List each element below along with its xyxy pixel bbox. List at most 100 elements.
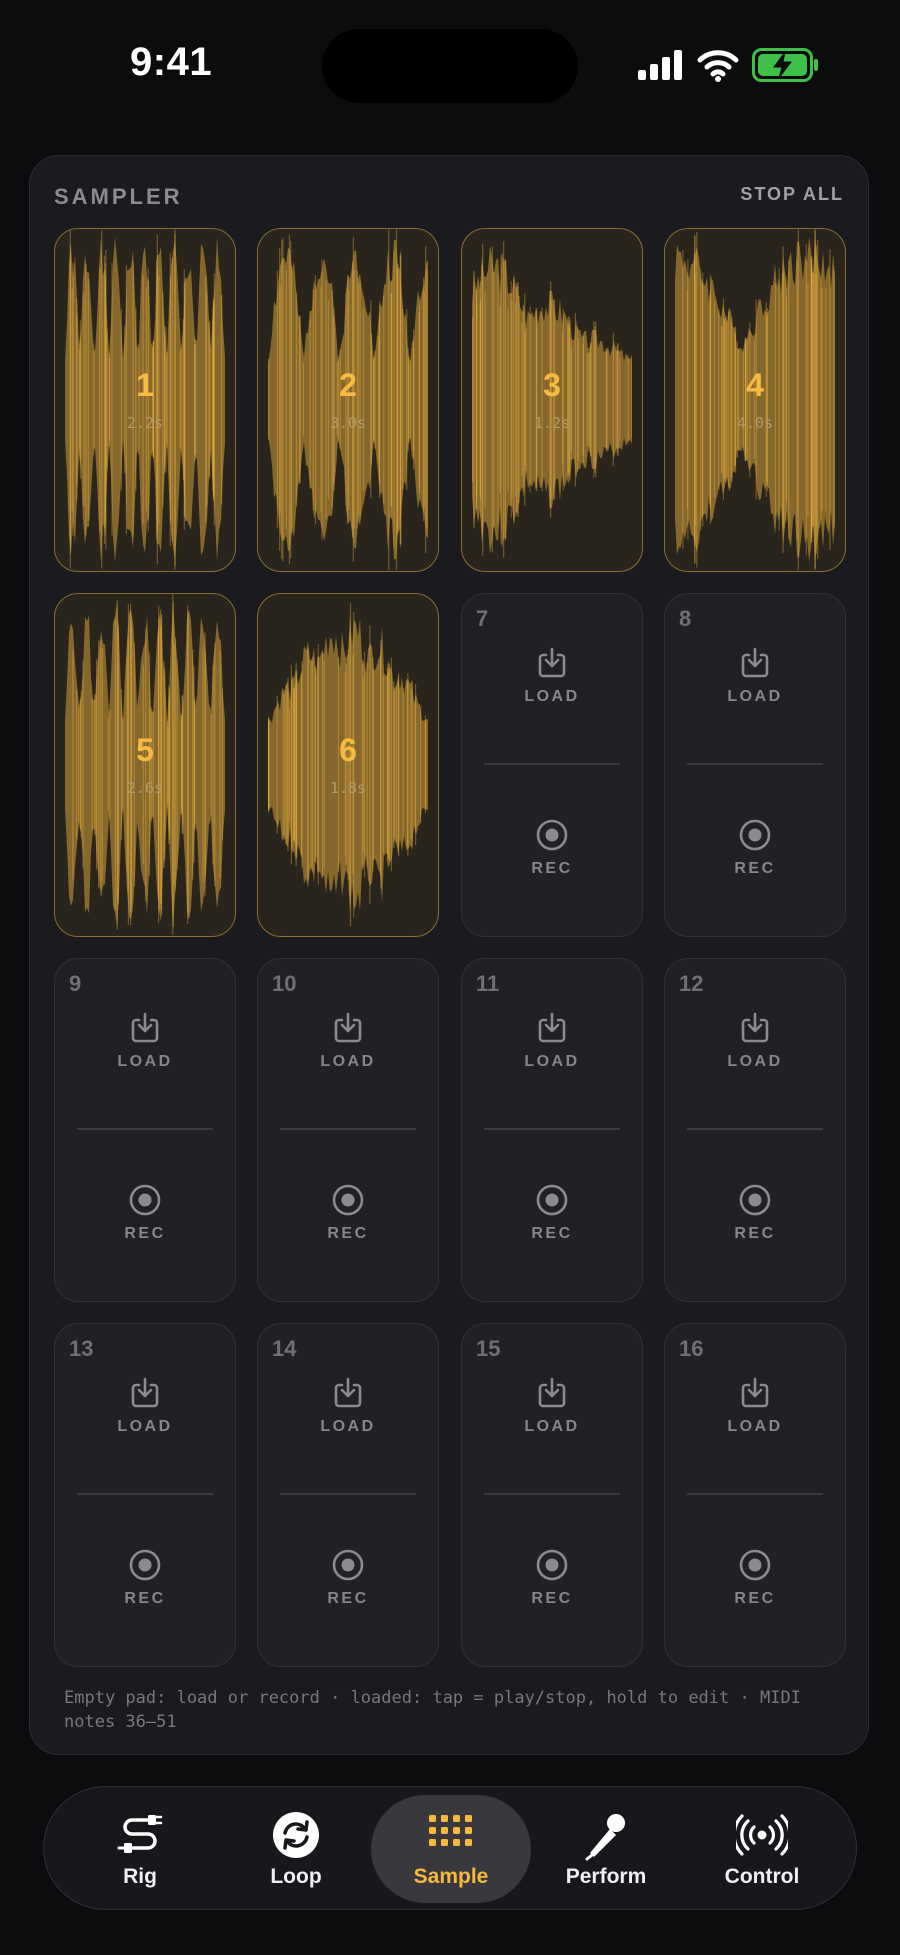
load-button[interactable]: LOAD [665, 646, 845, 706]
stop-all-button[interactable]: STOP ALL [740, 184, 844, 205]
sample-pad-4[interactable]: 4 4.0s [664, 228, 846, 572]
pad-number: 16 [679, 1336, 704, 1361]
tab-bar: Rig Loop Sample Perform Control [43, 1786, 857, 1910]
rec-label: REC [734, 860, 776, 877]
divider [687, 1493, 823, 1495]
tab-label: Loop [270, 1865, 322, 1888]
record-button[interactable]: REC [665, 1183, 845, 1243]
dynamic-island [322, 29, 578, 103]
pad-number: 11 [476, 971, 500, 996]
load-button[interactable]: LOAD [55, 1011, 235, 1071]
empty-pad-9: 9 LOAD REC [54, 958, 236, 1302]
load-button[interactable]: LOAD [462, 646, 642, 706]
pad-number: 15 [476, 1336, 501, 1361]
battery-charging-icon [752, 48, 818, 82]
rec-label: REC [531, 1590, 573, 1607]
record-icon [536, 1549, 568, 1581]
record-button[interactable]: REC [462, 1183, 642, 1243]
load-label: LOAD [117, 1053, 173, 1070]
load-label: LOAD [320, 1053, 376, 1070]
divider [484, 763, 620, 765]
pad-number: 10 [272, 971, 297, 996]
load-button[interactable]: LOAD [462, 1011, 642, 1071]
pad-duration: 4.0s [736, 414, 774, 432]
empty-pad-13: 13 LOAD REC [54, 1323, 236, 1667]
rec-label: REC [124, 1225, 166, 1242]
pad-number: 13 [69, 1336, 94, 1361]
loop-icon [273, 1812, 319, 1858]
empty-pad-12: 12 LOAD REC [664, 958, 846, 1302]
record-button[interactable]: REC [462, 818, 642, 878]
divider [484, 1128, 620, 1130]
load-button[interactable]: LOAD [258, 1011, 438, 1071]
download-icon [538, 647, 566, 678]
status-time: 9:41 [130, 40, 213, 84]
record-button[interactable]: REC [55, 1548, 235, 1608]
pad-duration: 2.2s [126, 414, 164, 432]
pad-grid: 1 2.2s 2 3.0s 3 1.2s 4 4.0s 5 2.6s 6 1.8… [54, 228, 846, 1668]
empty-pad-11: 11 LOAD REC [461, 958, 643, 1302]
download-icon [538, 1377, 566, 1408]
record-button[interactable]: REC [665, 1548, 845, 1608]
tab-control[interactable]: Control [682, 1795, 842, 1903]
tab-label: Rig [123, 1865, 157, 1888]
pad-duration: 2.6s [126, 779, 164, 797]
tab-rig[interactable]: Rig [60, 1795, 220, 1903]
microphone-icon [585, 1814, 625, 1861]
record-icon [536, 819, 568, 851]
record-button[interactable]: REC [665, 818, 845, 878]
rec-label: REC [531, 1225, 573, 1242]
sample-pad-2[interactable]: 2 3.0s [257, 228, 439, 572]
pad-number: 4 [746, 367, 764, 403]
pad-duration: 3.0s [329, 414, 367, 432]
download-icon [131, 1377, 159, 1408]
tab-perform[interactable]: Perform [526, 1795, 686, 1903]
record-button[interactable]: REC [462, 1548, 642, 1608]
pad-number: 5 [136, 732, 154, 768]
record-icon [739, 819, 771, 851]
record-button[interactable]: REC [258, 1548, 438, 1608]
rec-label: REC [734, 1590, 776, 1607]
rec-label: REC [327, 1225, 369, 1242]
pad-number: 9 [69, 971, 82, 996]
download-icon [741, 1377, 769, 1408]
pad-number: 6 [339, 732, 357, 768]
load-button[interactable]: LOAD [258, 1376, 438, 1436]
pad-number: 2 [339, 367, 357, 403]
divider [77, 1128, 213, 1130]
record-icon [739, 1549, 771, 1581]
pad-grid-icon [429, 1815, 472, 1846]
sample-pad-3[interactable]: 3 1.2s [461, 228, 643, 572]
tab-loop[interactable]: Loop [216, 1795, 376, 1903]
tab-label: Control [724, 1865, 800, 1888]
cellular-signal-icon [638, 50, 682, 80]
load-label: LOAD [117, 1418, 173, 1435]
load-button[interactable]: LOAD [665, 1011, 845, 1071]
download-icon [538, 1012, 566, 1043]
divider [687, 1128, 823, 1130]
sample-pad-5[interactable]: 5 2.6s [54, 593, 236, 937]
empty-pad-15: 15 LOAD REC [461, 1323, 643, 1667]
divider [77, 1493, 213, 1495]
sample-pad-6[interactable]: 6 1.8s [257, 593, 439, 937]
pad-duration: 1.8s [329, 779, 367, 797]
record-button[interactable]: REC [55, 1183, 235, 1243]
load-button[interactable]: LOAD [462, 1376, 642, 1436]
load-button[interactable]: LOAD [55, 1376, 235, 1436]
load-button[interactable]: LOAD [665, 1376, 845, 1436]
sampler-panel: SAMPLER STOP ALL 1 2.2s 2 3.0s 3 1.2s 4 … [29, 155, 869, 1755]
pad-number: 3 [543, 367, 561, 403]
broadcast-icon [736, 1814, 788, 1856]
pad-number: 12 [679, 971, 704, 996]
sample-pad-1[interactable]: 1 2.2s [54, 228, 236, 572]
tab-sample[interactable]: Sample [371, 1795, 531, 1903]
tab-label: Sample [413, 1865, 489, 1888]
load-label: LOAD [524, 1053, 580, 1070]
record-icon [739, 1184, 771, 1216]
record-button[interactable]: REC [258, 1183, 438, 1243]
pad-number: 14 [272, 1336, 297, 1361]
load-label: LOAD [727, 1053, 783, 1070]
download-icon [334, 1012, 362, 1043]
download-icon [741, 647, 769, 678]
divider [484, 1493, 620, 1495]
